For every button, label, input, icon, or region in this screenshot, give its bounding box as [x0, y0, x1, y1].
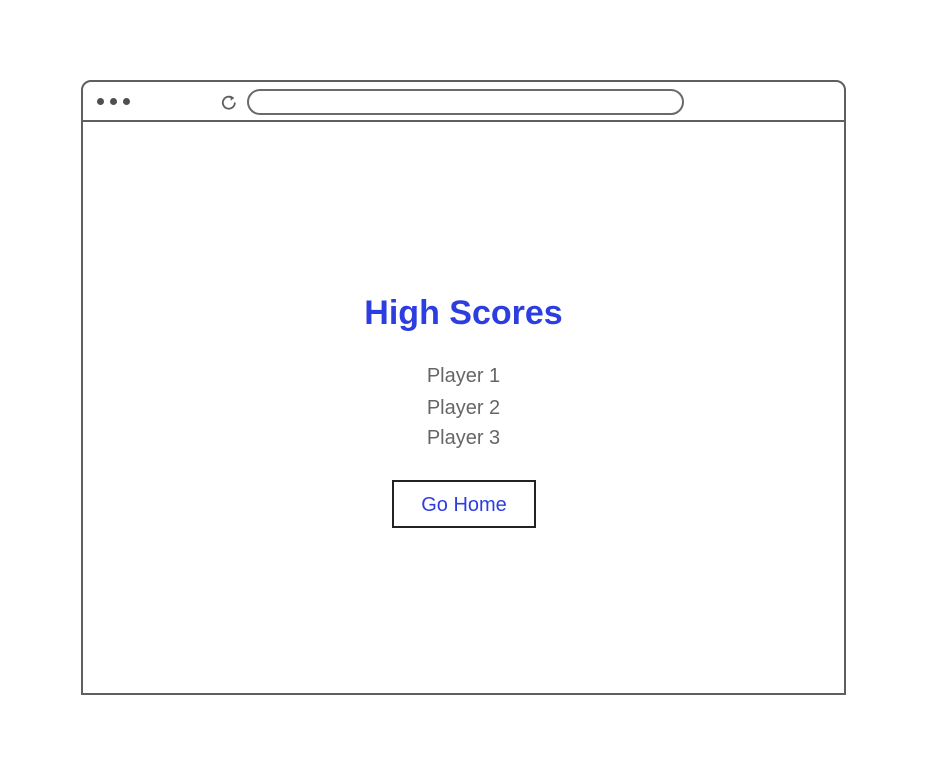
page-content: High Scores Player 1 Player 2 Player 3 G…: [83, 122, 844, 693]
go-home-button[interactable]: Go Home: [392, 480, 536, 528]
window-dot: [123, 98, 130, 105]
address-bar[interactable]: [247, 89, 684, 115]
reload-icon[interactable]: [220, 93, 238, 111]
score-list-item: Player 2: [426, 397, 501, 419]
high-score-list: Player 1 Player 2 Player 3: [83, 361, 844, 453]
score-list-item: Player 3: [426, 427, 501, 449]
browser-toolbar: [83, 82, 844, 122]
browser-window: High Scores Player 1 Player 2 Player 3 G…: [81, 80, 846, 695]
window-menu-dots-icon[interactable]: [97, 98, 133, 106]
score-list-item: Player 1: [426, 365, 501, 387]
page-title: High Scores: [364, 294, 563, 332]
window-dot: [110, 98, 117, 105]
window-dot: [97, 98, 104, 105]
